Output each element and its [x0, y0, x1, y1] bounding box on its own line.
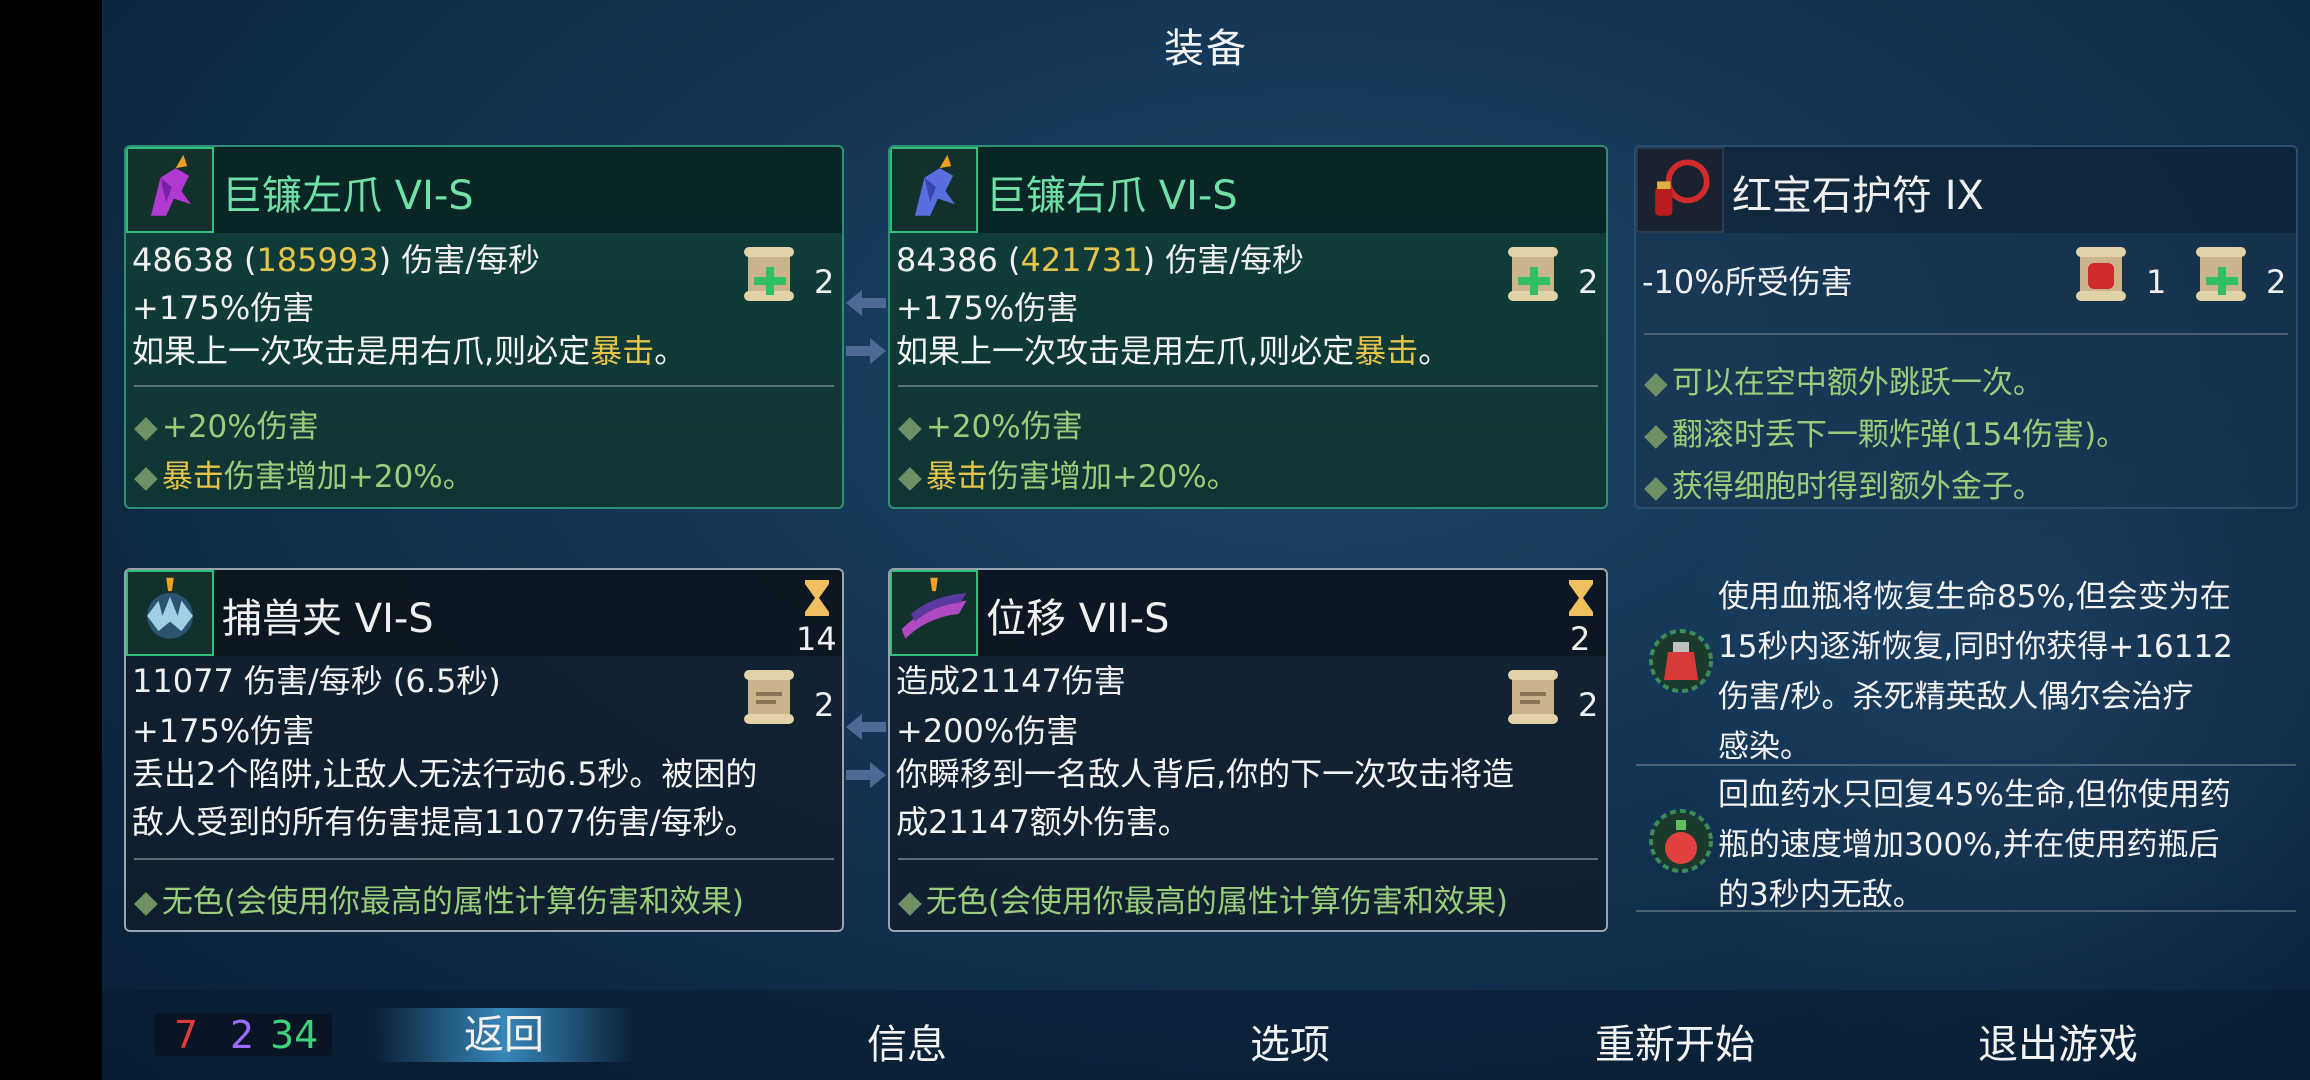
- brutality-count: 7: [174, 1013, 199, 1057]
- skill-description-line: 丢出2个陷阱,让敌人无法行动6.5秒。被困的: [132, 755, 758, 793]
- item-description: 如果上一次攻击是用右爪,则必定暴击。: [132, 332, 687, 370]
- damage-bonus: +175%伤害: [896, 289, 1079, 327]
- item-name: 红宝石护符 IX: [1732, 173, 1984, 219]
- back-button[interactable]: 返回: [374, 1008, 634, 1062]
- swap-left-arrow-icon[interactable]: [844, 710, 888, 744]
- item-description: 如果上一次攻击是用左爪,则必定暴击。: [896, 332, 1451, 370]
- skill-card-bear-trap[interactable]: 捕兽夹 VI-S 14 11077 伤害/每秒 (6.5秒) +175%伤害 2…: [124, 568, 844, 932]
- dps-line: 11077 伤害/每秒 (6.5秒): [132, 662, 501, 700]
- damage-bonus: +175%伤害: [132, 289, 315, 327]
- potion-icon: [1649, 809, 1713, 873]
- affix-line: ◆ 获得细胞时得到额外金子。: [1644, 469, 2044, 505]
- divider: [898, 858, 1598, 860]
- health-flask-icon: [1649, 629, 1713, 693]
- amulet-card[interactable]: 红宝石护符 IX -10%所受伤害 1 2 ◆ 可以在空中额外跳跃一次。 ◆ 翻滚时…: [1634, 145, 2298, 509]
- cooldown-hourglass-icon: [805, 580, 829, 616]
- scroll-count: 2: [1578, 686, 1599, 724]
- info-button[interactable]: 信息: [777, 1012, 1037, 1070]
- affix-line: ◆ 暴击伤害增加+20%。: [898, 459, 1238, 495]
- weapon-card-right-claw[interactable]: 巨镰右爪 VI-S 84386 (421731) 伤害/每秒 +175%伤害 2…: [888, 145, 1608, 509]
- quit-game-button[interactable]: 退出游戏: [1928, 1012, 2188, 1070]
- divider: [134, 858, 834, 860]
- fist-count: 1: [2146, 263, 2167, 301]
- left-claw-icon: [126, 147, 214, 233]
- damage-bonus: +200%伤害: [896, 712, 1079, 750]
- dps-line: 48638 (185993) 伤害/每秒: [132, 241, 541, 279]
- affix-line: ◆ 翻滚时丢下一颗炸弹(154伤害)。: [1644, 417, 2128, 453]
- letterbox: [0, 0, 102, 1080]
- item-name: 位移 VII-S: [986, 596, 1170, 642]
- cooldown-value: 14: [796, 620, 837, 658]
- divider: [134, 385, 834, 387]
- mutation-item[interactable]: 回血药水只回复45%生命,但你使用药 瓶的速度增加300%,并在使用药瓶后 的3…: [1636, 768, 2296, 913]
- affix-line: ◆ 无色(会使用你最高的属性计算伤害和效果): [134, 884, 745, 920]
- options-button[interactable]: 选项: [1160, 1012, 1420, 1070]
- mutation-description: 使用血瓶将恢复生命85%,但会变为在 15秒内逐渐恢复,同时你获得+16112 …: [1718, 579, 2233, 765]
- scroll-icon: [744, 670, 794, 724]
- affix-line: ◆ 无色(会使用你最高的属性计算伤害和效果): [898, 884, 1509, 920]
- scroll-count: 2: [814, 263, 835, 301]
- item-name: 捕兽夹 VI-S: [222, 596, 434, 642]
- skill-description-line: 你瞬移到一名敌人背后,你的下一次攻击将造: [896, 755, 1515, 793]
- phaser-icon: [890, 570, 978, 656]
- cooldown-value: 2: [1570, 620, 1591, 658]
- amulet-stat: -10%所受伤害: [1642, 263, 1853, 301]
- item-name: 巨镰右爪 VI-S: [986, 173, 1238, 219]
- scroll-count: 2: [1578, 263, 1599, 301]
- skill-description-line: 成21147额外伤害。: [896, 803, 1190, 841]
- affix-line: ◆ 暴击伤害增加+20%。: [134, 459, 474, 495]
- affix-line: ◆ 可以在空中额外跳跃一次。: [1644, 365, 2044, 401]
- pause-screen: 装备 巨镰左爪 VI-S 48638 (185993) 伤害/每秒 +175%伤…: [102, 0, 2310, 1080]
- tactics-count: 2: [230, 1013, 255, 1057]
- skill-card-phaser[interactable]: 位移 VII-S 2 造成21147伤害 +200%伤害 2 你瞬移到一名敌人背…: [888, 568, 1608, 932]
- scroll-icon: [1508, 670, 1558, 724]
- damage-bonus: +175%伤害: [132, 712, 315, 750]
- restart-button[interactable]: 重新开始: [1545, 1012, 1805, 1070]
- ruby-amulet-icon: [1636, 147, 1724, 233]
- dps-line: 84386 (421731) 伤害/每秒: [896, 241, 1305, 279]
- scroll-icon: [1508, 247, 1558, 301]
- affix-line: ◆ +20%伤害: [898, 409, 1083, 445]
- scroll-count: 2: [2266, 263, 2287, 301]
- scroll-icon: [744, 247, 794, 301]
- scroll-counter: 7 2 34: [154, 1014, 332, 1056]
- cooldown-hourglass-icon: [1569, 580, 1593, 616]
- page-title: 装备: [1164, 26, 1248, 72]
- item-name: 巨镰左爪 VI-S: [222, 173, 474, 219]
- damage-line: 造成21147伤害: [896, 662, 1126, 700]
- mutation-item[interactable]: 使用血瓶将恢复生命85%,但会变为在 15秒内逐渐恢复,同时你获得+16112 …: [1636, 570, 2296, 766]
- right-claw-icon: [890, 147, 978, 233]
- divider: [898, 385, 1598, 387]
- scroll-count: 2: [814, 686, 835, 724]
- divider: [1644, 333, 2288, 335]
- fist-scroll-icon: [2076, 247, 2126, 301]
- swap-left-arrow-icon[interactable]: [844, 286, 888, 320]
- affix-line: ◆ +20%伤害: [134, 409, 319, 445]
- bear-trap-icon: [126, 570, 214, 656]
- survival-count: 34: [270, 1013, 319, 1057]
- swap-right-arrow-icon[interactable]: [844, 334, 888, 368]
- skill-description-line: 敌人受到的所有伤害提高11077伤害/每秒。: [132, 803, 757, 841]
- weapon-card-left-claw[interactable]: 巨镰左爪 VI-S 48638 (185993) 伤害/每秒 +175%伤害 2…: [124, 145, 844, 509]
- mutation-description: 回血药水只回复45%生命,但你使用药 瓶的速度增加300%,并在使用药瓶后 的3…: [1718, 777, 2231, 913]
- swap-right-arrow-icon[interactable]: [844, 758, 888, 792]
- scroll-icon: [2196, 247, 2246, 301]
